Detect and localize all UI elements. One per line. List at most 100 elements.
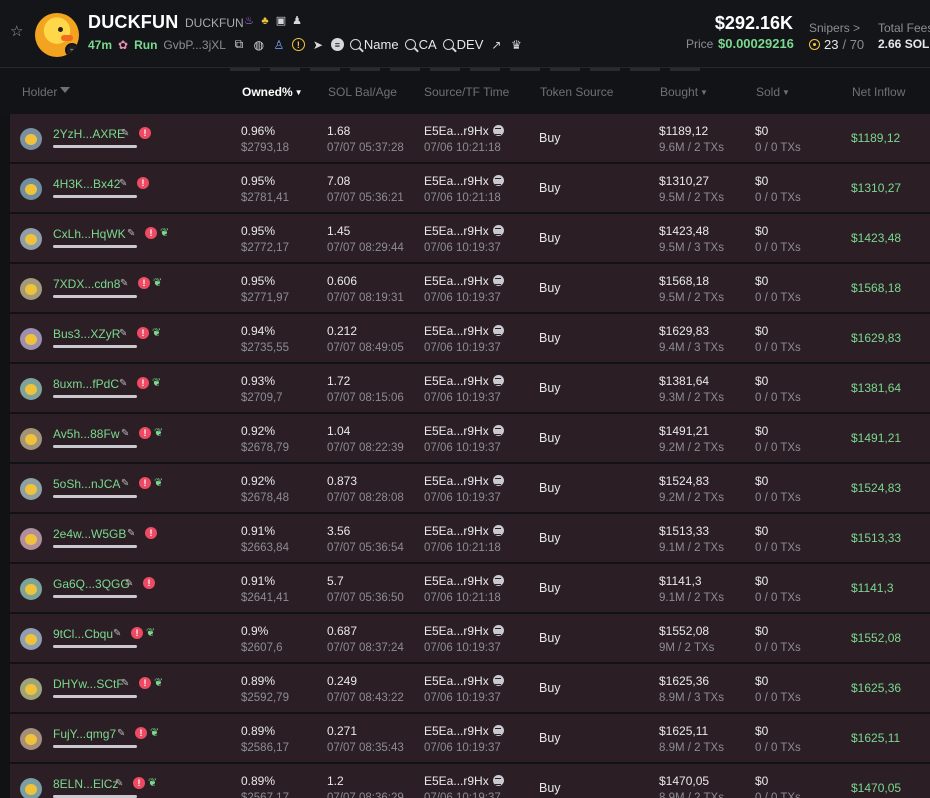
pencil-icon[interactable]: ✎ [121,678,129,689]
source-wallet[interactable]: E5Ea...r9Hx [424,774,504,788]
col-net-inflow[interactable]: Net Inflow [852,85,905,99]
copy-icon[interactable]: ⧉ [232,37,246,52]
table-row[interactable]: 9tCl...Cbqu ✎! ❦ 0.9% $2607,6 0.687 07/07 08:3… [10,614,930,663]
source-wallet[interactable]: E5Ea...r9Hx [424,374,504,388]
avatar[interactable] [20,478,42,500]
holder-address[interactable]: 8uxm...fPdC [53,377,119,391]
avatar[interactable] [20,528,42,550]
table-row[interactable]: 8uxm...fPdC ✎! ❦ 0.93% $2709,7 1.72 07/07 08:1… [10,364,930,413]
snipers-link[interactable]: Snipers > [809,21,860,35]
pencil-icon[interactable]: ✎ [119,328,127,339]
pencil-icon[interactable]: ✎ [113,628,121,639]
table-row[interactable]: Ga6Q...3QGG ✎! 0.91% $2641,41 5.7 07/07 05:36… [10,564,930,613]
pencil-icon[interactable]: ✎ [119,178,127,189]
table-row[interactable]: 5oSh...nJCA ✎! ❦ 0.92% $2678,48 0.873 07/07 08… [10,464,930,513]
source-wallet[interactable]: E5Ea...r9Hx [424,474,504,488]
table-row[interactable]: CxLh...HqWK ✎! ❦ 0.95% $2772,17 1.45 07/07 08:… [10,214,930,263]
holder-address[interactable]: Ga6Q...3QGG [53,577,130,591]
pencil-icon[interactable]: ✎ [121,478,129,489]
pencil-icon[interactable]: ✎ [119,378,127,389]
holder-address[interactable]: 2e4w...W5GB [53,527,126,541]
holder-address[interactable]: 8ELN...ElCz [53,777,118,791]
globe-icon[interactable]: ◍ [252,38,266,52]
holder-address[interactable]: 4H3K...Bx42 [53,177,120,191]
source-wallet[interactable]: E5Ea...r9Hx [424,174,504,188]
source-wallet[interactable]: E5Ea...r9Hx [424,724,504,738]
pencil-icon[interactable]: ✎ [127,228,135,239]
pencil-icon[interactable]: ✎ [121,128,129,139]
table-row[interactable]: FujY...qmg7 ✎! ❦ 0.89% $2586,17 0.271 07/07 08… [10,714,930,763]
col-owned[interactable]: Owned% ▼ [242,85,303,99]
table-row[interactable]: 2YzH...AXRE ✎! 0.96% $2793,18 1.68 07/07 05:3… [10,114,930,163]
avatar[interactable] [20,378,42,400]
search-dev-chip[interactable]: DEV [442,37,483,52]
col-sold[interactable]: Sold ▼ [756,85,790,99]
table-row[interactable]: 8ELN...ElCz ✎! ❦ 0.89% $2567,17 1.2 07/07 08:3… [10,764,930,798]
table-row[interactable]: 7XDX...cdn8 ✎! ❦ 0.95% $2771,97 0.606 07/07 08… [10,264,930,313]
source-wallet[interactable]: E5Ea...r9Hx [424,424,504,438]
avatar[interactable] [20,178,42,200]
table-row[interactable]: 4H3K...Bx42 ✎! 0.95% $2781,41 7.08 07/07 05:3… [10,164,930,213]
table-row[interactable]: DHYw...SCtF ✎! ❦ 0.89% $2592,79 0.249 07/07 08… [10,664,930,713]
avatar[interactable] [20,428,42,450]
source-wallet[interactable]: E5Ea...r9Hx [424,124,504,138]
avatar[interactable] [20,328,42,350]
coin-icon[interactable]: ≡ [330,38,344,51]
table-row[interactable]: Av5h...88Fw ✎! ❦ 0.92% $2678,79 1.04 07/07 08:… [10,414,930,463]
col-sol-bal[interactable]: SOL Bal/Age [328,85,397,99]
holder-address[interactable]: DHYw...SCtF [53,677,124,691]
holder-address[interactable]: CxLh...HqWK [53,227,126,241]
avatar[interactable] [20,678,42,700]
col-bought[interactable]: Bought ▼ [660,85,708,99]
avatar[interactable] [20,728,42,750]
search-name-chip[interactable]: Name [349,37,399,52]
avatar[interactable] [20,578,42,600]
avatar[interactable] [20,778,42,798]
col-source[interactable]: Source/TF Time [424,85,509,99]
source-wallet[interactable]: E5Ea...r9Hx [424,624,504,638]
avatar[interactable] [20,128,42,150]
warning-icon[interactable]: ! [291,38,305,51]
bought-amount: 9.1M / 2 TXs [659,542,724,554]
filter-icon[interactable] [60,87,71,97]
col-token-source[interactable]: Token Source [540,85,613,99]
source-wallet[interactable]: E5Ea...r9Hx [424,274,504,288]
holder-address[interactable]: 5oSh...nJCA [53,477,120,491]
star-icon[interactable]: ☆ [10,24,26,40]
holder-address[interactable]: Av5h...88Fw [53,427,119,441]
pencil-icon[interactable]: ✎ [120,278,128,289]
avatar[interactable] [20,628,42,650]
col-holder[interactable]: Holder [22,85,71,99]
crown-icon[interactable]: ♛ [509,38,523,52]
source-wallet[interactable]: E5Ea...r9Hx [424,574,504,588]
source-wallet[interactable]: E5Ea...r9Hx [424,224,504,238]
leaf-icon: ❦ [150,727,160,739]
search-ca-chip[interactable]: CA [404,37,437,52]
avatar[interactable] [20,278,42,300]
holder-address[interactable]: 9tCl...Cbqu [53,627,113,641]
pencil-icon[interactable]: ✎ [117,728,125,739]
table-row[interactable]: 2e4w...W5GB ✎! 0.91% $2663,84 3.56 07/07 05:3… [10,514,930,563]
source-wallet-label: E5Ea...r9Hx [424,574,489,588]
pencil-icon[interactable]: ✎ [115,778,123,789]
col-holder-label: Holder [22,85,58,99]
source-wallet[interactable]: E5Ea...r9Hx [424,674,504,688]
holder-address[interactable]: FujY...qmg7 [53,727,116,741]
contract-address[interactable]: GvbP...3jXL [163,38,225,52]
external-link-icon[interactable]: ↗ [489,38,503,52]
user-icon[interactable]: ♙ [272,38,286,52]
pencil-icon[interactable]: ✎ [125,578,133,589]
pencil-icon[interactable]: ✎ [121,428,129,439]
telegram-icon[interactable]: ➤ [311,38,325,52]
leaf-icon: ❦ [154,677,164,689]
avatar[interactable] [20,228,42,250]
holder-address[interactable]: 2YzH...AXRE [53,127,125,141]
wallet-age: 07/07 08:49:05 [327,342,404,354]
token-name: DUCKFUN [88,12,179,32]
source-wallet[interactable]: E5Ea...r9Hx [424,524,504,538]
pencil-icon[interactable]: ✎ [127,528,135,539]
table-row[interactable]: Bus3...XZyR ✎! ❦ 0.94% $2735,55 0.212 07/07 08… [10,314,930,363]
holder-address[interactable]: 7XDX...cdn8 [53,277,120,291]
holder-address[interactable]: Bus3...XZyR [53,327,120,341]
source-wallet[interactable]: E5Ea...r9Hx [424,324,504,338]
